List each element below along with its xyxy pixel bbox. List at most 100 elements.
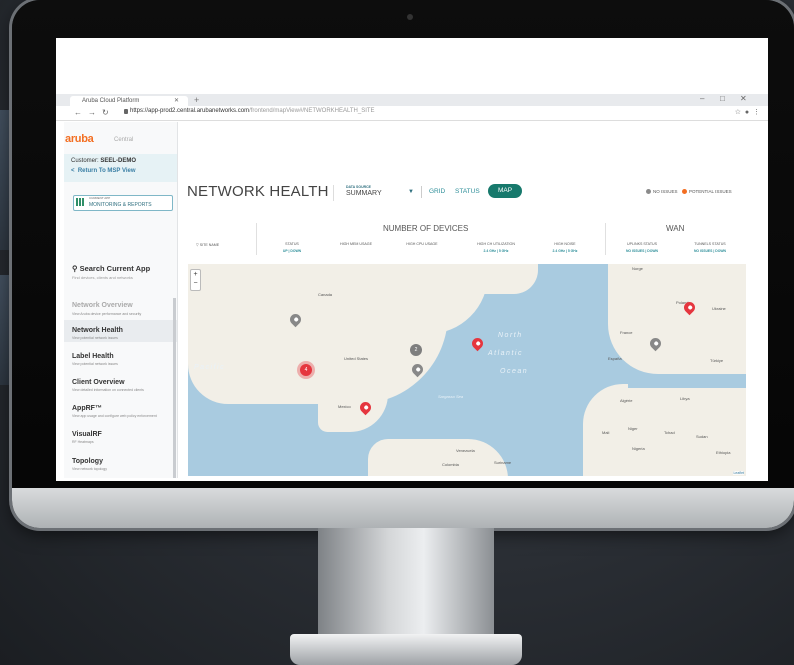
column-high-mem[interactable]: HIGH MEM USAGE: [328, 242, 384, 246]
sidebar-item-sub: View potential network issues: [72, 362, 118, 366]
back-icon[interactable]: ←: [74, 108, 82, 117]
place-label: Ukraine: [712, 306, 726, 311]
legend-label: POTENTIAL ISSUES: [689, 189, 732, 194]
place-label: Norge: [632, 266, 643, 271]
product-name: Central: [114, 137, 134, 143]
map-attribution[interactable]: Leaflet: [733, 471, 744, 475]
map-zoom-control[interactable]: + −: [190, 269, 201, 291]
land-europe: [608, 264, 746, 374]
sidebar-item-client-overview[interactable]: Client Overview: [72, 379, 125, 386]
ocean-label: North: [498, 332, 523, 339]
customer-label-text: Customer:: [71, 158, 99, 164]
reload-icon[interactable]: ↻: [102, 108, 109, 117]
ocean-label: Pacific: [194, 364, 226, 371]
sidebar-item-label-health[interactable]: Label Health: [72, 353, 114, 360]
forward-icon[interactable]: →: [88, 108, 96, 117]
view-divider: [421, 186, 422, 198]
sidebar-item-sub: View detailed information on connected c…: [72, 388, 144, 392]
column-uplinks-status[interactable]: UPLINKS STATUS: [612, 242, 672, 246]
url-path: /frontend/mapView#/NETWORKHEALTH_SITE: [249, 108, 375, 114]
sidebar-item-visualrf[interactable]: VisualRF: [72, 431, 102, 438]
sidebar-scrollbar[interactable]: [173, 298, 176, 478]
world-map[interactable]: North Atlantic Ocean Pacific Canada Unit…: [188, 264, 746, 476]
site-cluster-marker[interactable]: 4: [300, 364, 312, 376]
column-status[interactable]: STATUS: [272, 242, 312, 246]
column-high-noise[interactable]: HIGH NOISE: [537, 242, 593, 246]
group-number-of-devices: NUMBER OF DEVICES: [383, 224, 469, 233]
sidebar-item-sub: View potential network issues: [72, 336, 118, 340]
close-tab-icon[interactable]: ✕: [174, 96, 179, 106]
sidebar-item-topology[interactable]: Topology: [72, 458, 103, 465]
new-tab-icon[interactable]: +: [194, 95, 199, 105]
sidebar-item-sub: View network topology: [72, 467, 107, 471]
sidebar-item-apprf[interactable]: AppRF™: [72, 405, 102, 412]
place-label: United States: [344, 356, 369, 361]
site-name-label: SITE NAME: [199, 243, 220, 247]
return-to-msp-link[interactable]: < Return To MSP View: [71, 168, 136, 174]
land-south-america: [368, 439, 508, 476]
place-label: Sargasso Sea: [438, 394, 464, 399]
column-high-cpu[interactable]: HIGH CPU USAGE: [394, 242, 450, 246]
sidebar-item-network-health[interactable]: Network Health: [72, 327, 123, 334]
view-status-tab[interactable]: STATUS: [455, 188, 480, 195]
page-title: NETWORK HEALTH: [187, 183, 329, 200]
context-label: MONITORING & REPORTS: [89, 202, 152, 208]
zoom-in-icon[interactable]: +: [191, 270, 200, 279]
land-north-america: [188, 304, 448, 404]
aruba-logo: aruba: [65, 133, 94, 145]
url-input[interactable]: https://app-prod2.central.arubanetworks.…: [130, 108, 375, 114]
group-wan: WAN: [666, 224, 685, 233]
legend-potential-issues: POTENTIAL ISSUES: [682, 189, 732, 195]
site-cluster-marker[interactable]: 2: [410, 344, 422, 356]
zoom-out-icon[interactable]: −: [191, 279, 200, 288]
minimize-icon[interactable]: –: [700, 94, 704, 103]
sidebar-item-sub: View app usage and configure web policy …: [72, 414, 157, 418]
column-status-sub: UP | DOWN: [282, 249, 302, 253]
view-map-tab[interactable]: MAP: [488, 184, 522, 198]
screen: Aruba Cloud Platform ✕ + – □ ✕ ← → ↻ htt…: [56, 38, 768, 481]
orange-dot-icon: [682, 189, 687, 195]
ocean-label: Ocean: [500, 368, 529, 375]
data-source-label: DATA SOURCE: [346, 185, 372, 189]
place-label: Türkiye: [710, 358, 724, 363]
monitor-chin: [12, 488, 794, 528]
place-label: Mali: [602, 430, 610, 435]
place-label: France: [620, 330, 633, 335]
monitor-stand-foot: [290, 634, 522, 665]
place-label: Colombia: [442, 462, 459, 467]
menu-icon[interactable]: ⋮: [753, 109, 760, 116]
legend-label: NO ISSUES: [653, 189, 678, 194]
sidebar-item-sub: RF Heatmaps: [72, 440, 94, 444]
column-tunnels-status-sub: NO ISSUES | DOWN: [693, 249, 727, 253]
grid-icon: [76, 198, 85, 206]
place-label: Suriname: [494, 460, 512, 465]
sidebar-item-network-overview[interactable]: Network Overview: [72, 302, 133, 309]
account-icon[interactable]: ●: [745, 109, 749, 116]
view-grid-tab[interactable]: GRID: [429, 188, 445, 195]
maximize-icon[interactable]: □: [720, 94, 725, 103]
land-greenland: [428, 264, 538, 294]
browser-actions: ☆ ● ⋮: [735, 108, 760, 116]
monitor-stand-neck: [318, 528, 494, 636]
land-mediterranean-gap: [628, 374, 746, 388]
column-divider: [256, 223, 257, 255]
column-site-name[interactable]: ▽ SITE NAME: [196, 243, 219, 247]
grey-dot-icon: [646, 189, 651, 195]
browser-tab[interactable]: Aruba Cloud Platform ✕: [70, 96, 188, 106]
search-current-app[interactable]: ⚲ Search Current App: [72, 264, 150, 273]
column-tunnels-status[interactable]: TUNNELS STATUS: [680, 242, 740, 246]
site-marker-potential-issues[interactable]: [469, 335, 486, 352]
url-host: https://app-prod2.central.arubanetworks.…: [130, 108, 250, 114]
bookmark-star-icon[interactable]: ☆: [735, 109, 741, 116]
place-label: Libya: [680, 396, 690, 401]
data-source-select[interactable]: SUMMARY: [346, 190, 382, 197]
chevron-down-icon[interactable]: ▼: [408, 189, 414, 195]
place-label: Venezuela: [456, 448, 475, 453]
close-window-icon[interactable]: ✕: [740, 94, 747, 103]
land-central-america: [318, 394, 388, 432]
place-label: Mexico: [338, 404, 351, 409]
place-label: Ethiopia: [716, 450, 731, 455]
search-title-text: Search Current App: [79, 264, 151, 273]
column-high-ch-util[interactable]: HIGH CH UTILIZATION: [464, 242, 528, 246]
ocean-label: Atlantic: [488, 350, 523, 357]
